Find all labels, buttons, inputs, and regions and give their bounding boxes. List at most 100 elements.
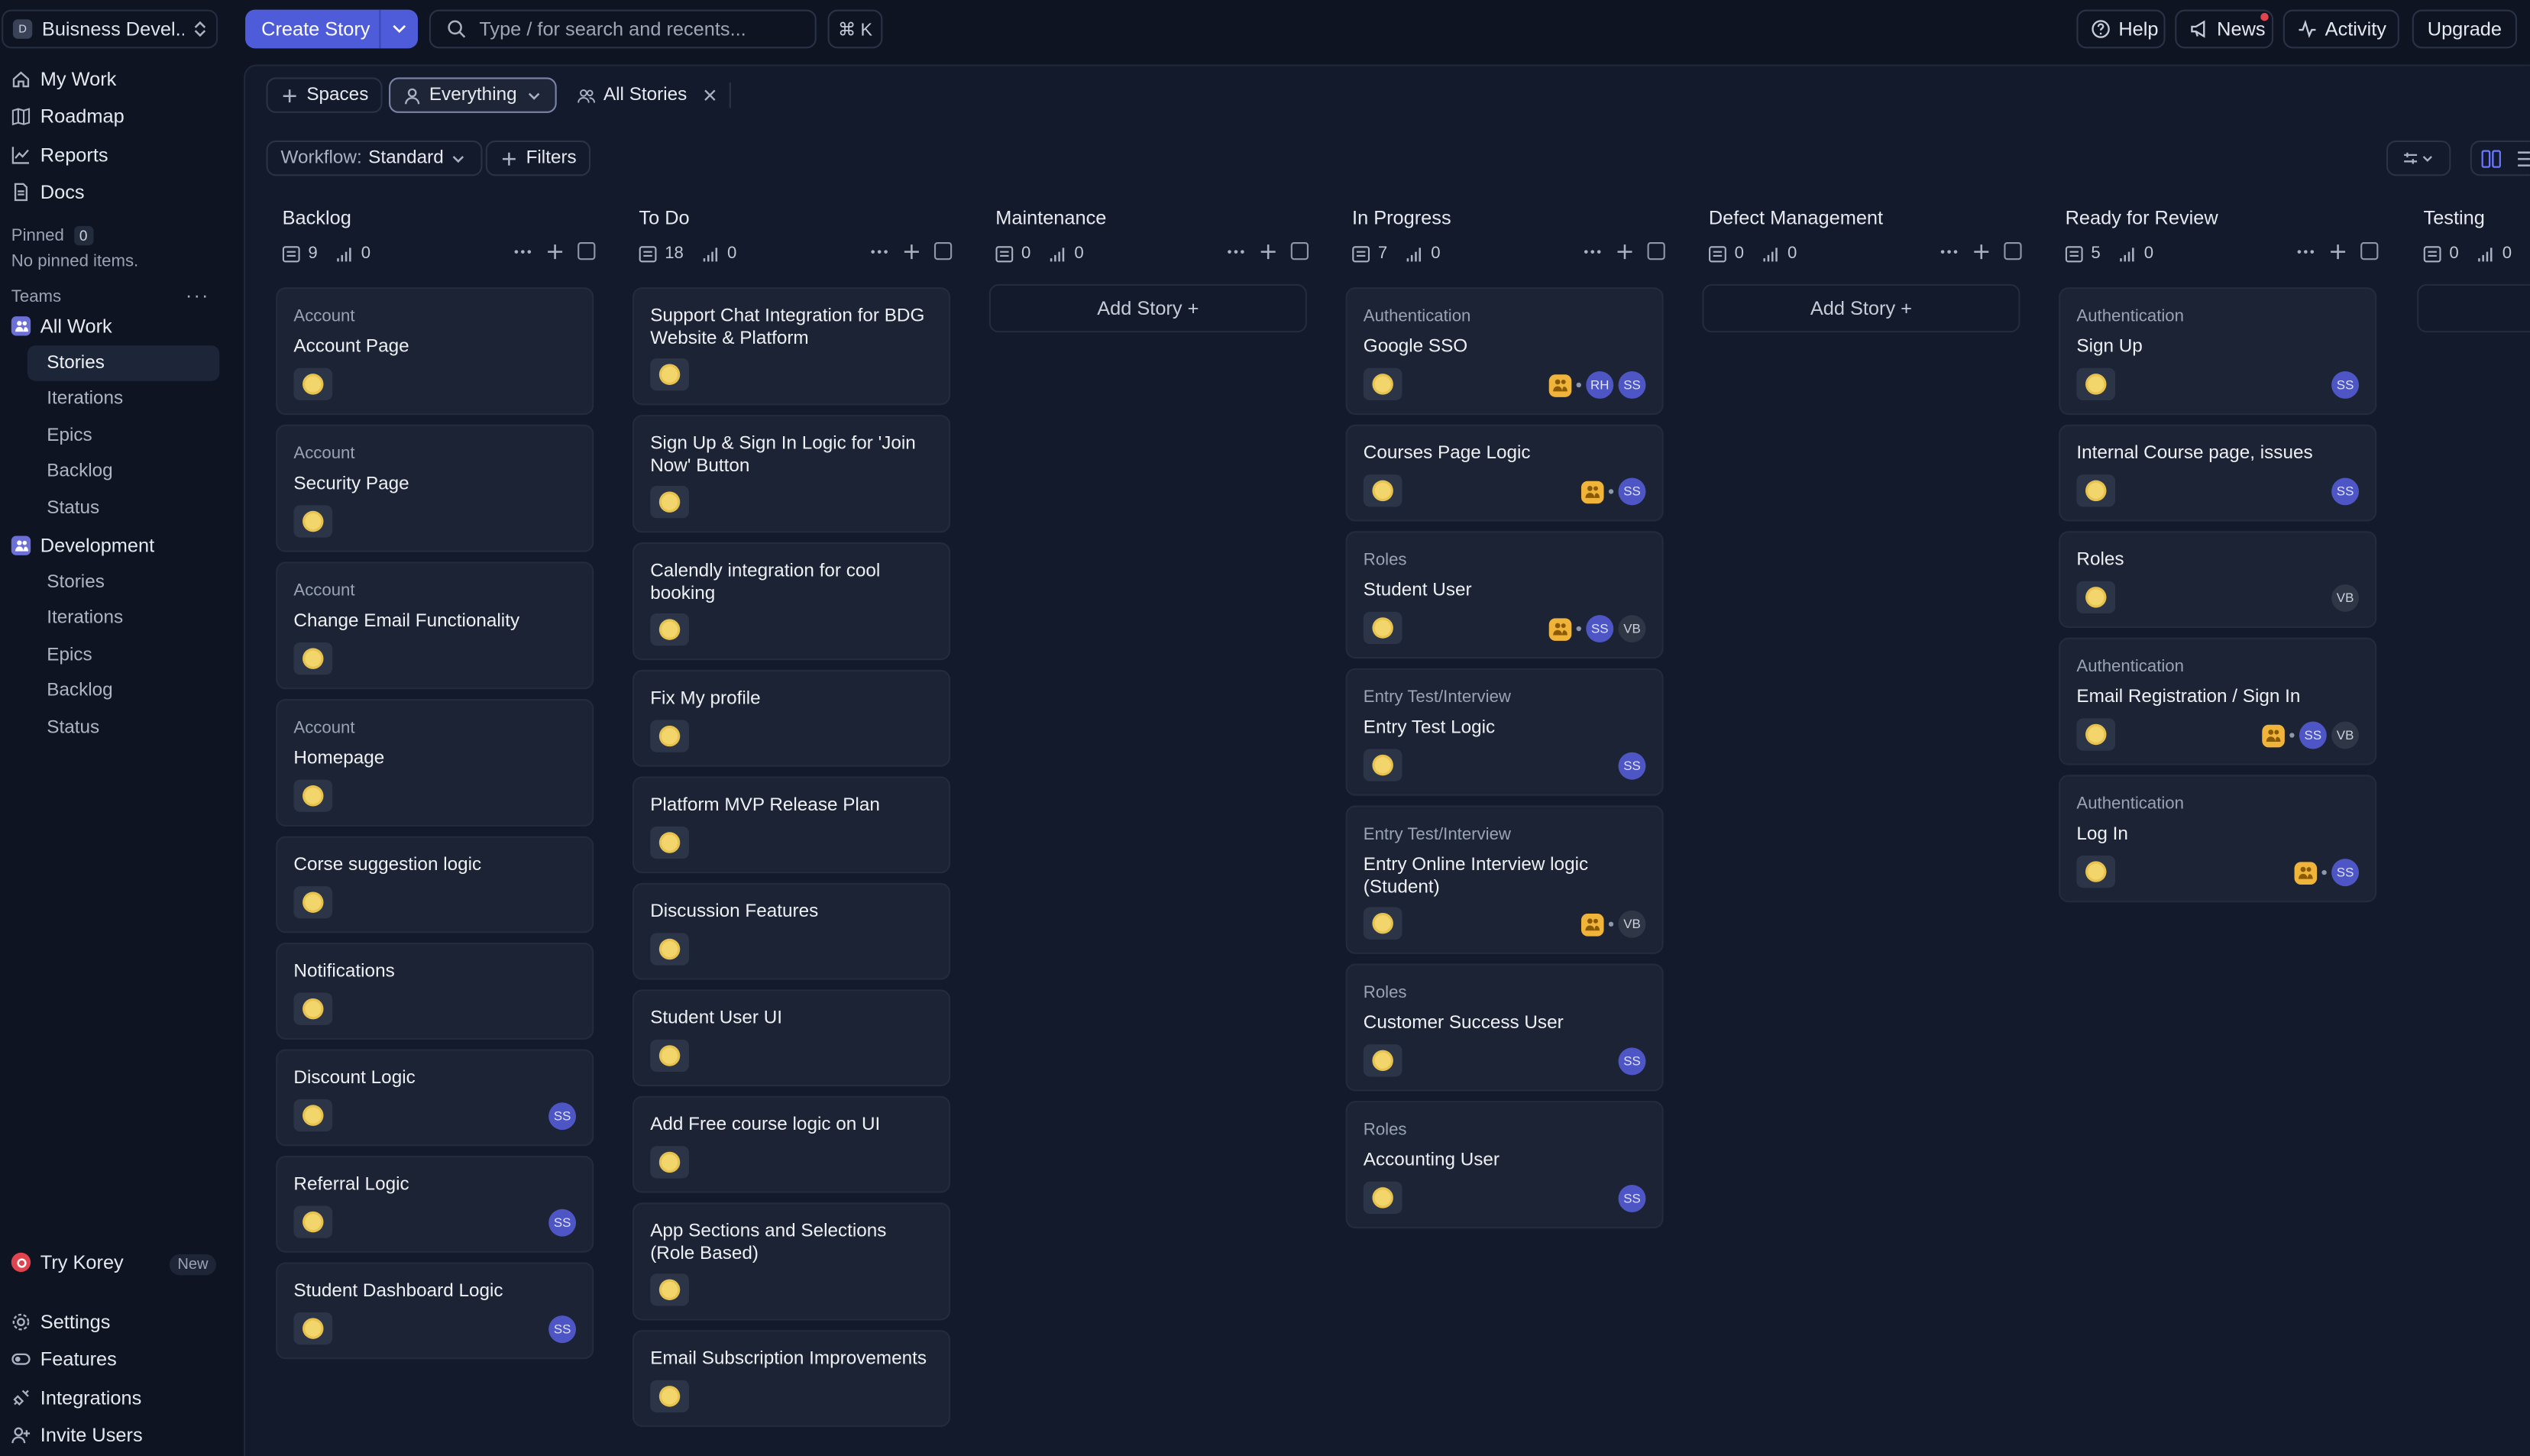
estimate-button[interactable] bbox=[293, 505, 333, 538]
avatar[interactable]: SS bbox=[2299, 721, 2327, 749]
estimate-button[interactable] bbox=[1363, 749, 1402, 781]
team-item-stories[interactable]: Stories bbox=[28, 565, 219, 600]
estimate-button[interactable] bbox=[650, 1380, 689, 1412]
estimate-button[interactable] bbox=[1363, 1044, 1402, 1077]
estimate-button[interactable] bbox=[650, 826, 689, 859]
close-icon[interactable] bbox=[701, 86, 719, 104]
story-card[interactable]: Roles Student User SS VB bbox=[1345, 531, 1664, 659]
estimate-button[interactable] bbox=[650, 613, 689, 646]
story-card[interactable]: Roles Accounting User SS bbox=[1345, 1101, 1664, 1229]
spaces-button[interactable]: Spaces bbox=[266, 77, 383, 113]
upgrade-button[interactable]: Upgrade bbox=[2412, 9, 2518, 49]
avatar[interactable]: SS bbox=[2331, 371, 2360, 399]
estimate-button[interactable] bbox=[293, 779, 333, 812]
add-icon[interactable] bbox=[1260, 243, 1276, 259]
add-icon[interactable] bbox=[547, 243, 563, 259]
story-card[interactable]: Email Subscription Improvements bbox=[632, 1330, 951, 1427]
estimate-button[interactable] bbox=[650, 1146, 689, 1179]
estimate-button[interactable] bbox=[2076, 474, 2116, 507]
add-story-button[interactable]: Add Story + bbox=[1702, 283, 2020, 333]
board-view-icon[interactable] bbox=[2481, 149, 2501, 167]
select-all-checkbox[interactable] bbox=[933, 241, 953, 260]
add-icon[interactable] bbox=[2330, 243, 2346, 259]
avatar[interactable]: SS bbox=[1618, 752, 1646, 780]
search-box[interactable] bbox=[429, 9, 817, 49]
team-item-stories[interactable]: Stories bbox=[27, 345, 220, 381]
story-card[interactable]: Authentication Log In SS bbox=[2059, 775, 2377, 903]
story-card[interactable]: Notifications bbox=[276, 943, 594, 1040]
avatar[interactable]: SS bbox=[1618, 371, 1646, 399]
estimate-button[interactable] bbox=[2076, 718, 2116, 751]
help-button[interactable]: Help bbox=[2076, 9, 2166, 49]
avatar[interactable]: VB bbox=[1618, 910, 1646, 938]
estimate-button[interactable] bbox=[293, 367, 333, 401]
add-story-button[interactable] bbox=[2417, 283, 2530, 333]
story-card[interactable]: Student User UI bbox=[632, 989, 951, 1087]
estimate-button[interactable] bbox=[293, 992, 333, 1025]
story-card[interactable]: Account Account Page bbox=[276, 287, 594, 416]
estimate-button[interactable] bbox=[1363, 474, 1402, 507]
story-card[interactable]: Account Security Page bbox=[276, 424, 594, 552]
list-view-icon[interactable] bbox=[2517, 149, 2530, 167]
workspace-switcher[interactable]: D Buisness Devel... bbox=[2, 9, 218, 49]
story-card[interactable]: Authentication Email Registration / Sign … bbox=[2059, 637, 2377, 765]
select-all-checkbox[interactable] bbox=[2360, 241, 2379, 260]
news-button[interactable]: News bbox=[2175, 9, 2274, 49]
nav-features[interactable]: Features bbox=[11, 1344, 117, 1373]
estimate-button[interactable] bbox=[2076, 581, 2116, 613]
story-card[interactable]: Authentication Google SSO RH SS bbox=[1345, 287, 1664, 416]
team-item-backlog[interactable]: Backlog bbox=[28, 454, 219, 489]
story-card[interactable]: Student Dashboard Logic SS bbox=[276, 1262, 594, 1360]
team-item-status[interactable]: Status bbox=[28, 710, 219, 746]
estimate-button[interactable] bbox=[2076, 855, 2116, 888]
add-icon[interactable] bbox=[904, 243, 920, 259]
estimate-button[interactable] bbox=[293, 1205, 333, 1238]
avatar[interactable]: SS bbox=[2331, 859, 2360, 887]
display-settings-button[interactable] bbox=[2386, 140, 2451, 176]
nav-invite-users[interactable]: Invite Users bbox=[11, 1421, 143, 1450]
estimate-button[interactable] bbox=[293, 642, 333, 675]
create-story-dropdown[interactable] bbox=[379, 9, 418, 49]
select-all-checkbox[interactable] bbox=[578, 241, 596, 260]
try-korey[interactable]: Try Korey bbox=[11, 1251, 124, 1273]
estimate-button[interactable] bbox=[1363, 907, 1402, 940]
team-item-iterations[interactable]: Iterations bbox=[28, 381, 219, 416]
nav-integrations[interactable]: Integrations bbox=[11, 1383, 141, 1412]
estimate-button[interactable] bbox=[650, 1273, 689, 1306]
avatar[interactable]: VB bbox=[2331, 584, 2360, 612]
more-icon[interactable] bbox=[2296, 248, 2315, 254]
nav-my-work[interactable]: My Work bbox=[11, 65, 116, 94]
add-icon[interactable] bbox=[1973, 243, 1989, 259]
select-all-checkbox[interactable] bbox=[2004, 241, 2022, 260]
workflow-select[interactable]: Workflow: Standard bbox=[266, 140, 483, 176]
more-icon[interactable] bbox=[1583, 248, 1602, 254]
story-card[interactable]: Roles VB bbox=[2059, 531, 2377, 628]
story-card[interactable]: Support Chat Integration for BDG Website… bbox=[632, 287, 951, 406]
story-card[interactable]: Discount Logic SS bbox=[276, 1049, 594, 1147]
avatar[interactable]: SS bbox=[1618, 477, 1646, 506]
story-card[interactable]: Entry Test/Interview Entry Test Logic SS bbox=[1345, 668, 1664, 796]
estimate-button[interactable] bbox=[1363, 611, 1402, 645]
story-card[interactable]: Referral Logic SS bbox=[276, 1155, 594, 1253]
estimate-button[interactable] bbox=[1363, 367, 1402, 401]
story-card[interactable]: App Sections and Selections (Role Based) bbox=[632, 1202, 951, 1321]
estimate-button[interactable] bbox=[293, 886, 333, 919]
more-icon[interactable] bbox=[1226, 248, 1245, 254]
team-development[interactable]: Development bbox=[11, 531, 154, 560]
activity-button[interactable]: Activity bbox=[2282, 9, 2399, 49]
story-card[interactable]: Corse suggestion logic bbox=[276, 836, 594, 933]
team-item-epics[interactable]: Epics bbox=[28, 638, 219, 673]
story-card[interactable]: Roles Customer Success User SS bbox=[1345, 963, 1664, 1092]
story-card[interactable]: Add Free course logic on UI bbox=[632, 1095, 951, 1193]
more-icon[interactable] bbox=[513, 248, 532, 254]
story-card[interactable]: Courses Page Logic SS bbox=[1345, 424, 1664, 522]
story-card[interactable]: Authentication Sign Up SS bbox=[2059, 287, 2377, 416]
estimate-button[interactable] bbox=[650, 486, 689, 519]
filters-button[interactable]: Filters bbox=[485, 140, 591, 176]
avatar[interactable]: SS bbox=[2331, 477, 2360, 506]
estimate-button[interactable] bbox=[650, 1039, 689, 1073]
estimate-button[interactable] bbox=[1363, 1181, 1402, 1215]
story-card[interactable]: Internal Course page, issues SS bbox=[2059, 424, 2377, 522]
team-item-backlog[interactable]: Backlog bbox=[28, 673, 219, 708]
search-input[interactable] bbox=[479, 18, 802, 40]
